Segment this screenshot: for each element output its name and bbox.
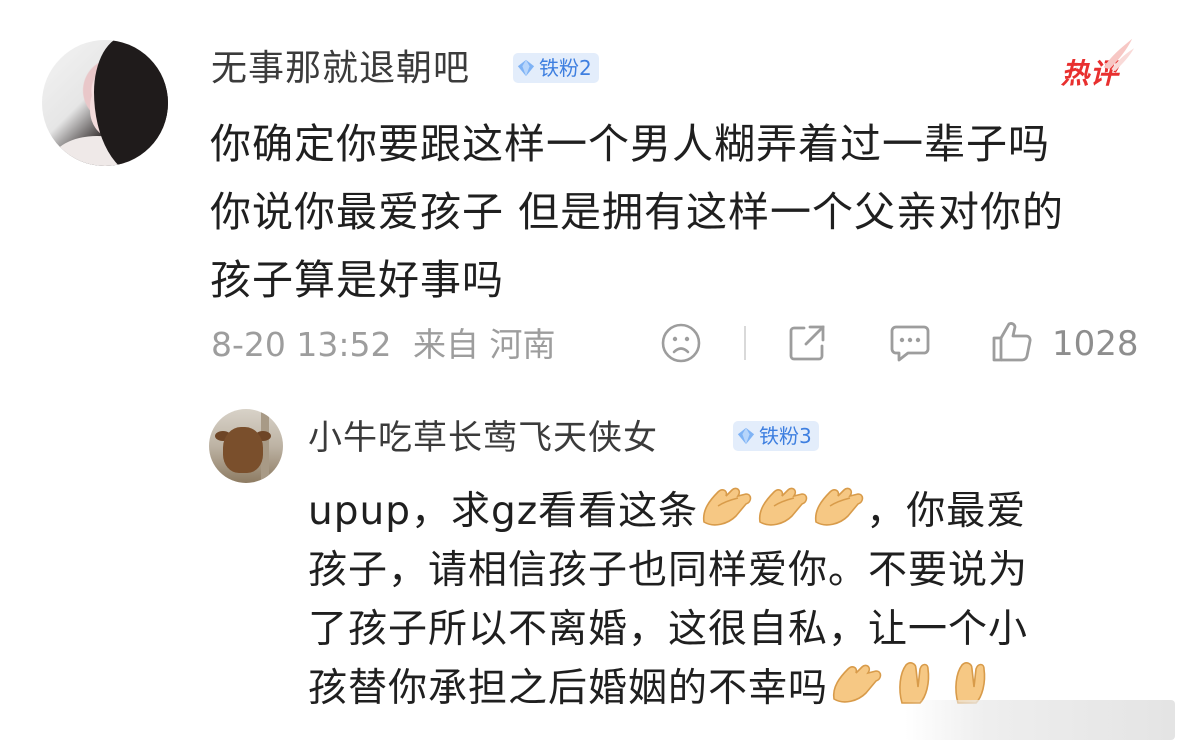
watermark (905, 700, 1175, 740)
reply-text-segment: ，你最爱 (866, 489, 1027, 534)
divider (744, 326, 746, 360)
reply-text-segment: 孩替你承担之后婚姻的不幸吗 (308, 666, 829, 711)
reply-line-3: 了孩子所以不离婚，这很自私，让一个小 (308, 607, 1029, 652)
comment-source: 来自 河南 (413, 325, 556, 364)
reply-text-segment: upup，求gz看看这条 (308, 489, 699, 534)
like-count: 1028 (1052, 324, 1139, 364)
fan-badge[interactable]: 铁粉2 (513, 53, 599, 83)
sad-face-icon[interactable] (660, 322, 702, 364)
badge-label: 铁粉2 (539, 56, 592, 80)
comment-username[interactable]: 无事那就退朝吧 (211, 48, 470, 90)
comment-line-3: 孩子算是好事吗 (210, 256, 504, 304)
folded-hands-emoji (754, 482, 810, 545)
share-icon[interactable] (786, 322, 828, 364)
badge-label: 铁粉3 (759, 424, 812, 448)
reply-line-1: upup，求gz看看这条 ，你最爱 (308, 482, 1026, 545)
folded-hands-emoji (698, 482, 754, 545)
reply-line-4: 孩替你承担之后婚姻的不幸吗 (308, 659, 996, 722)
reply-fan-badge[interactable]: 铁粉3 (733, 421, 819, 451)
folded-hands-emoji (810, 482, 866, 545)
thumbs-up-icon[interactable] (990, 320, 1034, 364)
comment-date: 8-20 13:52 (211, 325, 392, 364)
hot-swoosh-icon (1103, 38, 1135, 72)
comment-line-1: 你确定你要跟这样一个男人糊弄着过一辈子吗 (210, 120, 1050, 168)
comment-line-2: 你说你最爱孩子 但是拥有这样一个父亲对你的 (210, 188, 1065, 236)
diamond-icon (737, 427, 755, 445)
diamond-icon (517, 59, 535, 77)
reply-line-2: 孩子，请相信孩子也同样爱你。不要说为 (308, 548, 1029, 593)
reply-avatar[interactable] (209, 409, 283, 483)
folded-hands-emoji (828, 659, 884, 722)
avatar[interactable] (42, 40, 168, 166)
reply-username[interactable]: 小牛吃草长莺飞天侠女 (308, 418, 658, 458)
comment-icon[interactable] (888, 322, 932, 364)
